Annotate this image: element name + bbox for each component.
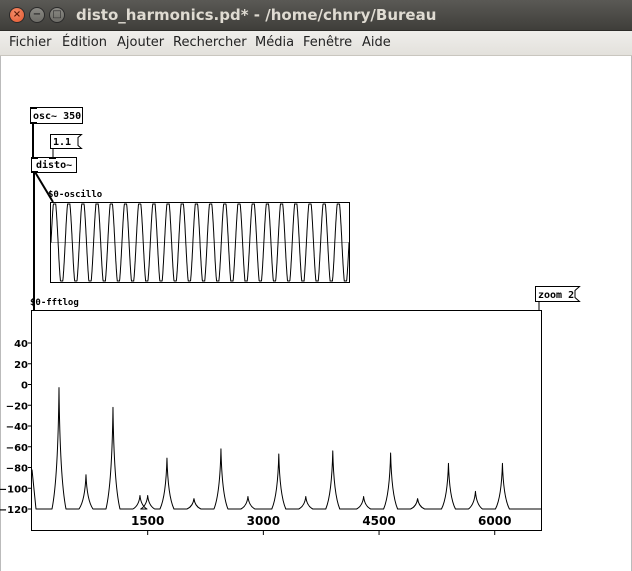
oscillo-label: $0-oscillo — [48, 189, 102, 200]
osc-object[interactable]: osc~ 350 — [30, 107, 83, 124]
y-tick-label: −120 — [0, 505, 28, 516]
fft-chart: $0-fftlog 40 20 0 −20 −40 −60 −80 −100 −120 1500… — [0, 298, 542, 535]
fft-label: $0-fftlog — [30, 298, 79, 308]
y-tick-label: 20 — [14, 360, 28, 371]
y-axis: 40 20 0 −20 −40 −60 −80 −100 −120 — [0, 339, 32, 516]
message-box[interactable]: 1.1 — [50, 134, 83, 149]
y-tick-label: −100 — [0, 484, 28, 495]
zoom-message[interactable]: zoom 2 — [535, 286, 581, 302]
zoom-label: zoom 2 — [538, 290, 574, 301]
y-tick-label: −40 — [6, 422, 28, 433]
osc-label: osc~ 350 — [33, 111, 81, 122]
y-tick-label: −80 — [6, 464, 28, 475]
x-tick-label: 4500 — [362, 514, 395, 528]
disto-label: disto~ — [36, 159, 72, 171]
pd-window: × − □ disto_harmonics.pd* - /home/chnry/… — [0, 0, 632, 571]
oscillo-array[interactable]: $0-oscillo — [48, 189, 350, 283]
patch-svg: osc~ 350 1.1 disto~ $0-oscillo zoom 2 $0… — [0, 107, 581, 535]
x-tick-label: 3000 — [247, 514, 280, 528]
disto-object[interactable]: disto~ — [31, 157, 77, 173]
y-tick-label: 0 — [21, 381, 28, 392]
x-tick-label: 1500 — [131, 514, 164, 528]
y-tick-label: −60 — [6, 443, 28, 454]
message-value: 1.1 — [53, 137, 71, 148]
x-tick-label: 6000 — [478, 514, 511, 528]
y-tick-label: −20 — [6, 401, 28, 412]
y-tick-label: 40 — [14, 339, 28, 350]
